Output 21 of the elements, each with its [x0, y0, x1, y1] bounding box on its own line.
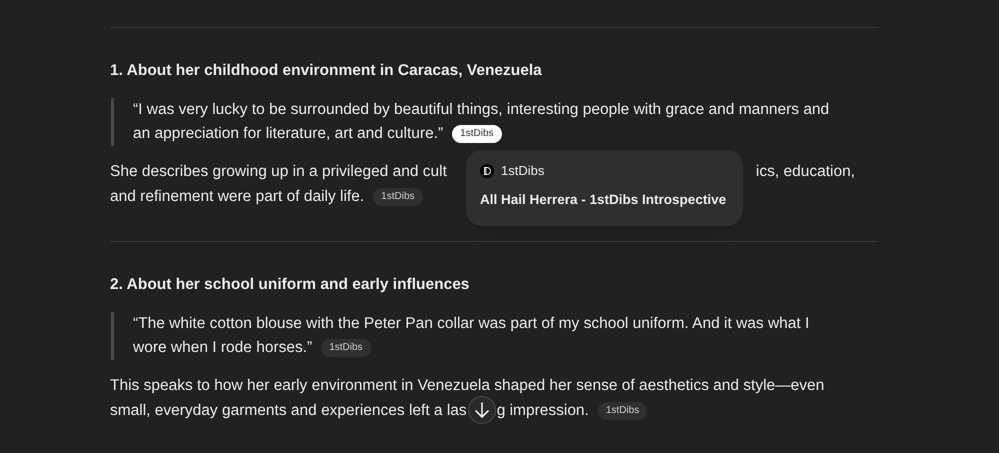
logo-icon: [480, 164, 494, 178]
source-title: All Hail Herrera - 1stDibs Introspective: [480, 190, 728, 209]
quote-text: “The white cotton blouse with the Peter Pan collar was part of my school uniform. And it was what I: [133, 315, 810, 332]
paragraph-text: This speaks to how her early environment in Venezuela shaped her sense of aesthetics and style—even: [110, 377, 824, 394]
source-link[interactable]: 1stDibs: [598, 402, 648, 420]
paragraph-text: She describes growing up in a privileged and cult: [110, 162, 447, 182]
source-link[interactable]: 1stDibs: [373, 188, 423, 206]
quote-text: wore when I rode horses.”: [133, 339, 312, 356]
source-link[interactable]: 1stDibs: [452, 125, 502, 143]
paragraph-text: small, everyday garments and experiences left a las: [110, 401, 467, 421]
arrow-down-icon: [474, 402, 489, 418]
section-heading: 1. About her childhood environment in Caracas, Venezuela: [110, 61, 543, 81]
scroll-down-button[interactable]: [468, 396, 496, 424]
paragraph-text: and refinement were part of daily life.: [110, 188, 364, 205]
source-link[interactable]: 1stDibs: [321, 339, 371, 357]
quote-text: an appreciation for literature, art and culture.”: [133, 125, 444, 142]
paragraph-text: g impression.: [496, 401, 589, 421]
paragraph-text: ics, education,: [756, 162, 855, 182]
quote-text: “I was very lucky to be surrounded by beautiful things, interesting people with grace and manners and: [133, 101, 830, 118]
source-name: 1stDibs: [501, 162, 544, 180]
section-heading: 2. About her school uniform and early influences: [110, 275, 470, 295]
